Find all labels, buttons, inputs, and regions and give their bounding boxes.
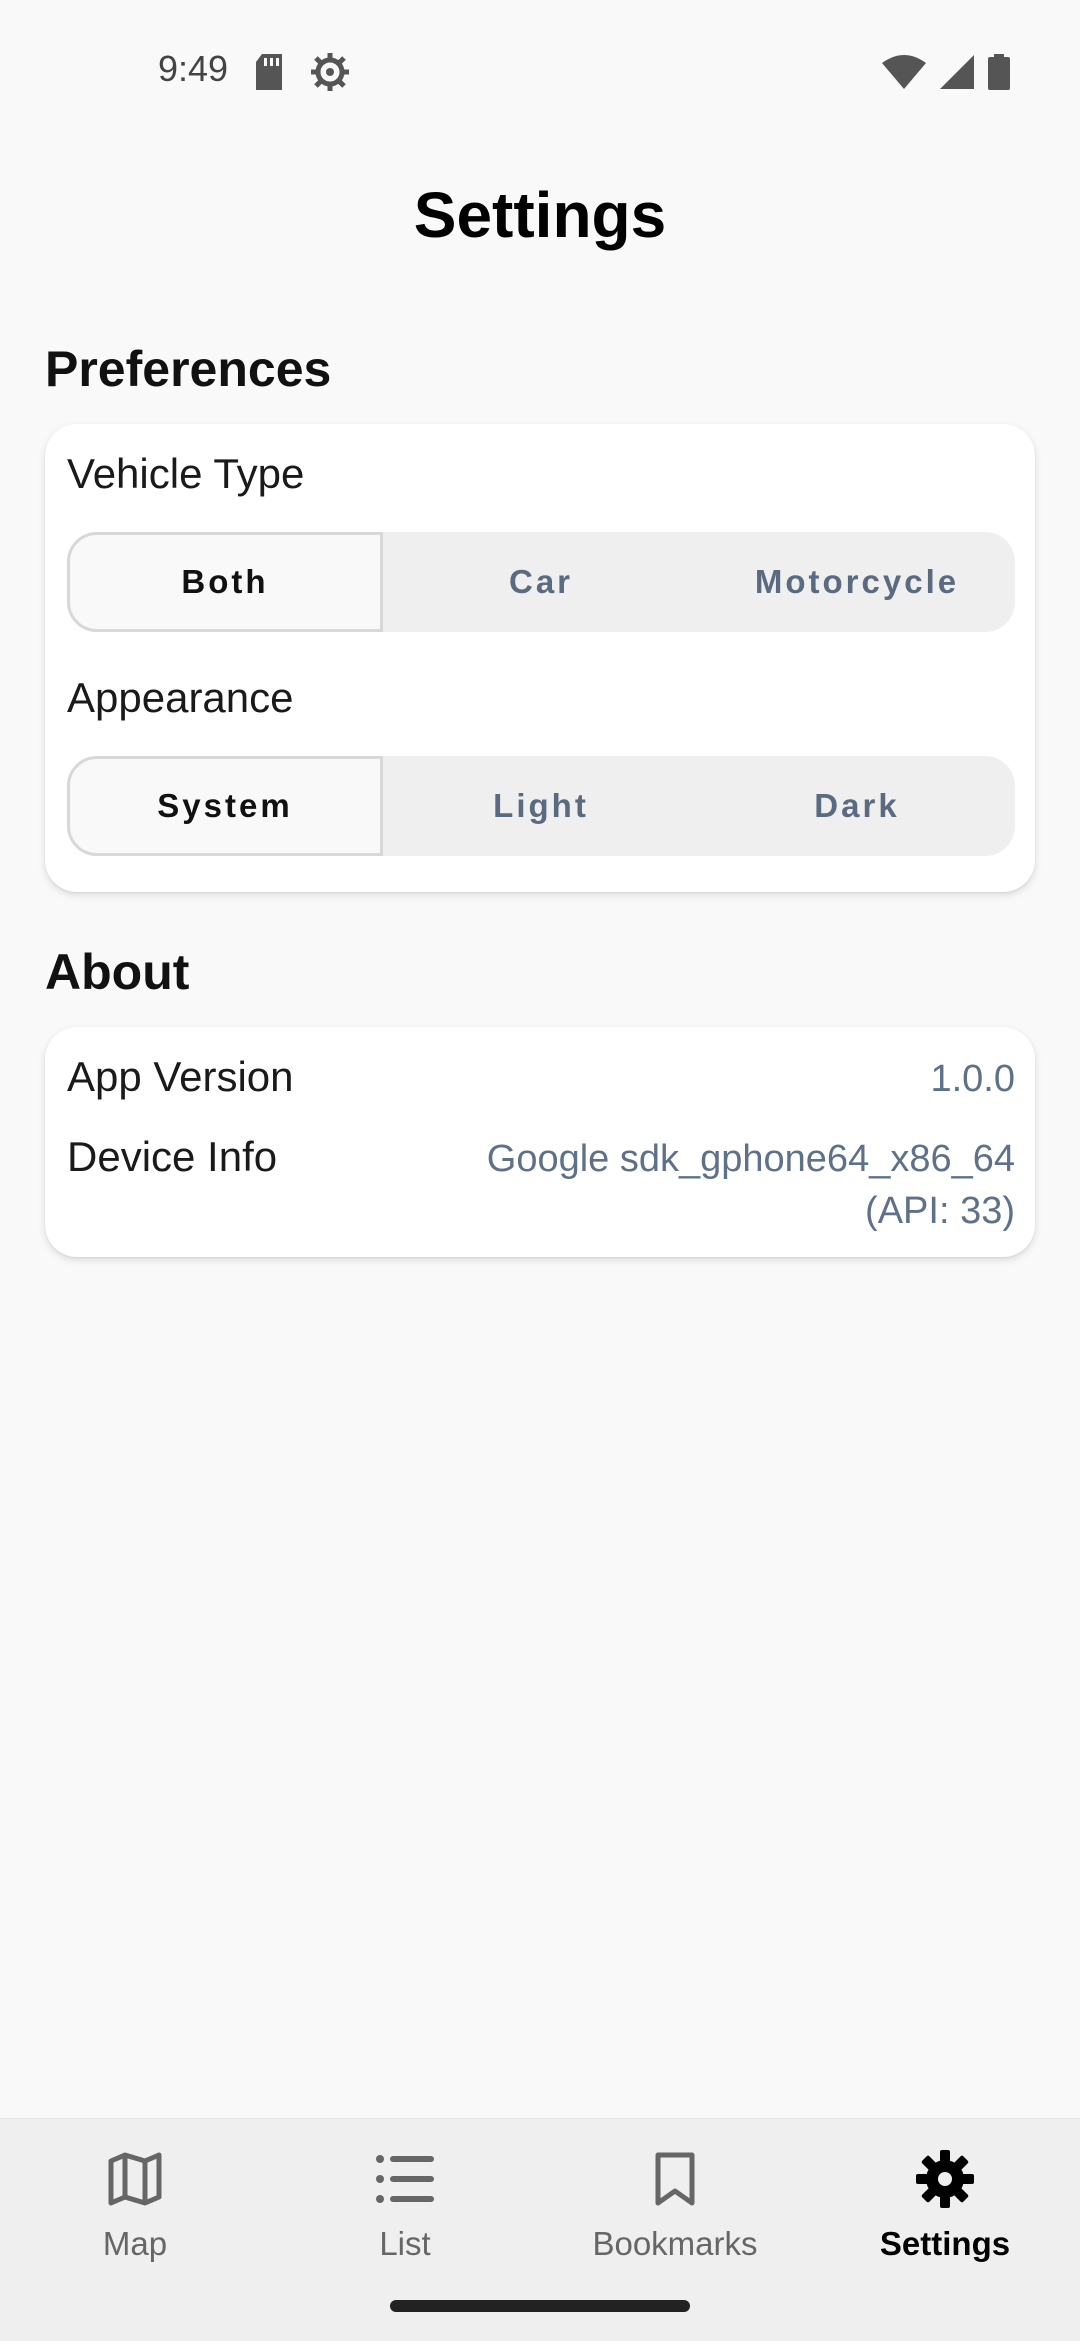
app-version-row: App Version 1.0.0	[67, 1053, 1015, 1113]
device-info-model: Google sdk_gphone64_x86_64	[486, 1138, 1015, 1180]
nav-item-map[interactable]: Map	[0, 2149, 270, 2279]
device-info-value: Google sdk_gphone64_x86_64 (API: 33)	[487, 1133, 1015, 1237]
appearance-selector: System Light Dark	[67, 756, 1015, 856]
nav-label-bookmarks: Bookmarks	[592, 2225, 758, 2262]
appearance-option-system[interactable]: System	[67, 756, 383, 856]
nav-label-list: List	[379, 2225, 431, 2262]
device-info-label: Device Info	[67, 1133, 278, 1180]
appearance-option-dark[interactable]: Dark	[699, 756, 1015, 856]
appearance-option-light[interactable]: Light	[383, 756, 699, 856]
app-version-value: 1.0.0	[930, 1058, 1015, 1100]
about-section-title: About	[45, 944, 190, 1000]
wifi-icon	[882, 55, 926, 94]
preferences-section-title: Preferences	[45, 341, 332, 397]
sd-card-icon	[254, 54, 284, 95]
settings-gear-icon	[310, 52, 350, 97]
cell-signal-icon	[940, 55, 974, 94]
nav-item-list[interactable]: List	[270, 2149, 540, 2279]
vehicle-type-option-both[interactable]: Both	[67, 532, 383, 632]
vehicle-type-label: Vehicle Type	[67, 450, 305, 497]
battery-icon	[988, 54, 1010, 95]
home-indicator[interactable]	[390, 2300, 690, 2312]
map-icon	[107, 2149, 163, 2209]
appearance-label: Appearance	[67, 674, 294, 721]
app-version-label: App Version	[67, 1053, 294, 1100]
status-bar: 9:49	[0, 0, 1080, 140]
status-time: 9:49	[158, 48, 229, 89]
settings-icon	[916, 2149, 974, 2209]
vehicle-type-selector: Both Car Motorcycle	[67, 532, 1015, 632]
nav-item-settings[interactable]: Settings	[810, 2149, 1080, 2279]
nav-label-map: Map	[102, 2225, 168, 2262]
nav-item-bookmarks[interactable]: Bookmarks	[540, 2149, 810, 2279]
page-title: Settings	[413, 179, 667, 251]
nav-label-settings: Settings	[879, 2225, 1011, 2262]
list-icon	[376, 2149, 434, 2209]
bookmark-icon	[654, 2149, 696, 2209]
vehicle-type-option-car[interactable]: Car	[383, 532, 699, 632]
device-info-api: (API: 33)	[865, 1190, 1015, 1232]
preferences-card: Vehicle Type Both Car Motorcycle Appeara…	[45, 424, 1035, 892]
device-info-row: Device Info Google sdk_gphone64_x86_64 (…	[67, 1133, 1015, 1243]
vehicle-type-option-motorcycle[interactable]: Motorcycle	[699, 532, 1015, 632]
about-card: App Version 1.0.0 Device Info Google sdk…	[45, 1027, 1035, 1257]
